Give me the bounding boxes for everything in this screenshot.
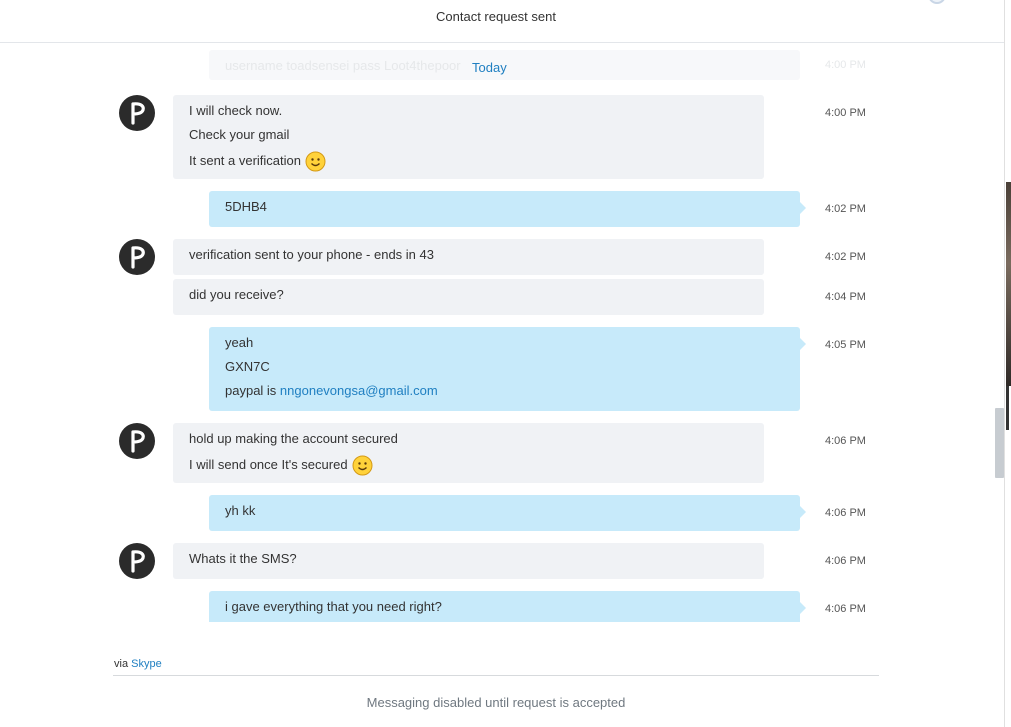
message-line: I will check now. (189, 103, 283, 118)
message-time: 4:05 PM (825, 339, 866, 351)
message-line: paypal is nngonevongsa@gmail.com (225, 383, 784, 407)
message-bubble-incoming[interactable]: verification sent to your phone - ends i… (173, 239, 764, 275)
message-bubble-incoming[interactable]: Whats it the SMS? (173, 543, 764, 579)
contact-avatar-edge[interactable] (928, 0, 946, 4)
messaging-disabled-notice: Messaging disabled until request is acce… (366, 695, 626, 710)
skype-link[interactable]: Skype (131, 658, 162, 670)
message-line: yeah (225, 335, 254, 350)
message-bubble-incoming[interactable]: hold up making the account secured I wil… (173, 423, 764, 483)
message-line: verification sent to your phone - ends i… (189, 247, 434, 262)
message-time: 4:02 PM (825, 251, 866, 263)
message-line: It sent a verification (189, 151, 748, 175)
message-bubble-incoming[interactable]: did you receive? (173, 279, 764, 315)
via-prefix: via (114, 658, 129, 670)
avatar-letter-icon (131, 102, 145, 125)
message-time: 4:06 PM (825, 435, 866, 447)
message-text: It sent a verification (189, 153, 301, 168)
message-bubble-outgoing[interactable]: yh kk (209, 495, 806, 531)
avatar-letter-icon (131, 550, 145, 573)
message-line: did you receive? (189, 287, 284, 302)
email-link[interactable]: nngonevongsa@gmail.com (280, 383, 438, 398)
avatar-letter-icon (131, 430, 145, 453)
message-time: 4:06 PM (825, 555, 866, 567)
smiley-emoji-icon (352, 455, 373, 476)
date-divider-today: Today (472, 60, 507, 75)
message-line: Whats it the SMS? (189, 551, 297, 566)
message-line: 5DHB4 (225, 199, 267, 214)
chat-header: Contact request sent (0, 0, 1004, 43)
message-text: paypal is (225, 383, 280, 398)
message-text: I will send once It's secured (189, 457, 348, 472)
smiley-emoji-icon (305, 151, 326, 172)
message-time: 4:00 PM (825, 107, 866, 119)
message-bubble-outgoing[interactable]: yeah GXN7C paypal is nngonevongsa@gmail.… (209, 327, 806, 411)
message-line: i gave everything that you need right? (225, 599, 442, 614)
skype-chat-window: Contact request sent username toadsensei… (0, 0, 1011, 727)
message-line: hold up making the account secured (189, 431, 398, 446)
avatar-letter-icon (131, 246, 145, 269)
contact-avatar[interactable] (119, 423, 155, 459)
faded-message-time: 4:00 PM (825, 59, 866, 71)
contact-avatar[interactable] (119, 239, 155, 275)
scrollbar-thumb[interactable] (995, 408, 1004, 478)
side-panel-edge-line (1006, 386, 1009, 430)
message-time: 4:06 PM (825, 507, 866, 519)
message-time: 4:04 PM (825, 291, 866, 303)
message-bubble-incoming[interactable]: I will check now. 5DHB4 Check your gmail… (173, 95, 764, 179)
message-bubble-outgoing[interactable]: 5DHB4 (209, 191, 806, 227)
faded-message-text: username toadsensei pass Loot4thepoor (225, 58, 461, 73)
message-list[interactable]: username toadsensei pass Loot4thepoor 4:… (0, 44, 1004, 622)
contact-avatar[interactable] (119, 95, 155, 131)
contact-avatar[interactable] (119, 543, 155, 579)
header-title: Contact request sent (436, 9, 556, 24)
message-bubble-outgoing[interactable]: i gave everything that you need right? (209, 591, 806, 622)
message-line: GXN7C (225, 359, 270, 374)
via-attribution: via Skype (114, 658, 162, 670)
message-time: 4:02 PM (825, 203, 866, 215)
message-time: 4:06 PM (825, 603, 866, 615)
side-panel-image-edge (1006, 182, 1011, 386)
window-edge-divider (1004, 0, 1005, 727)
message-line: I will send once It's secured (189, 455, 748, 479)
footer-divider (113, 675, 879, 676)
message-line: yh kk (225, 503, 256, 518)
message-line: Check your gmail (189, 127, 290, 142)
